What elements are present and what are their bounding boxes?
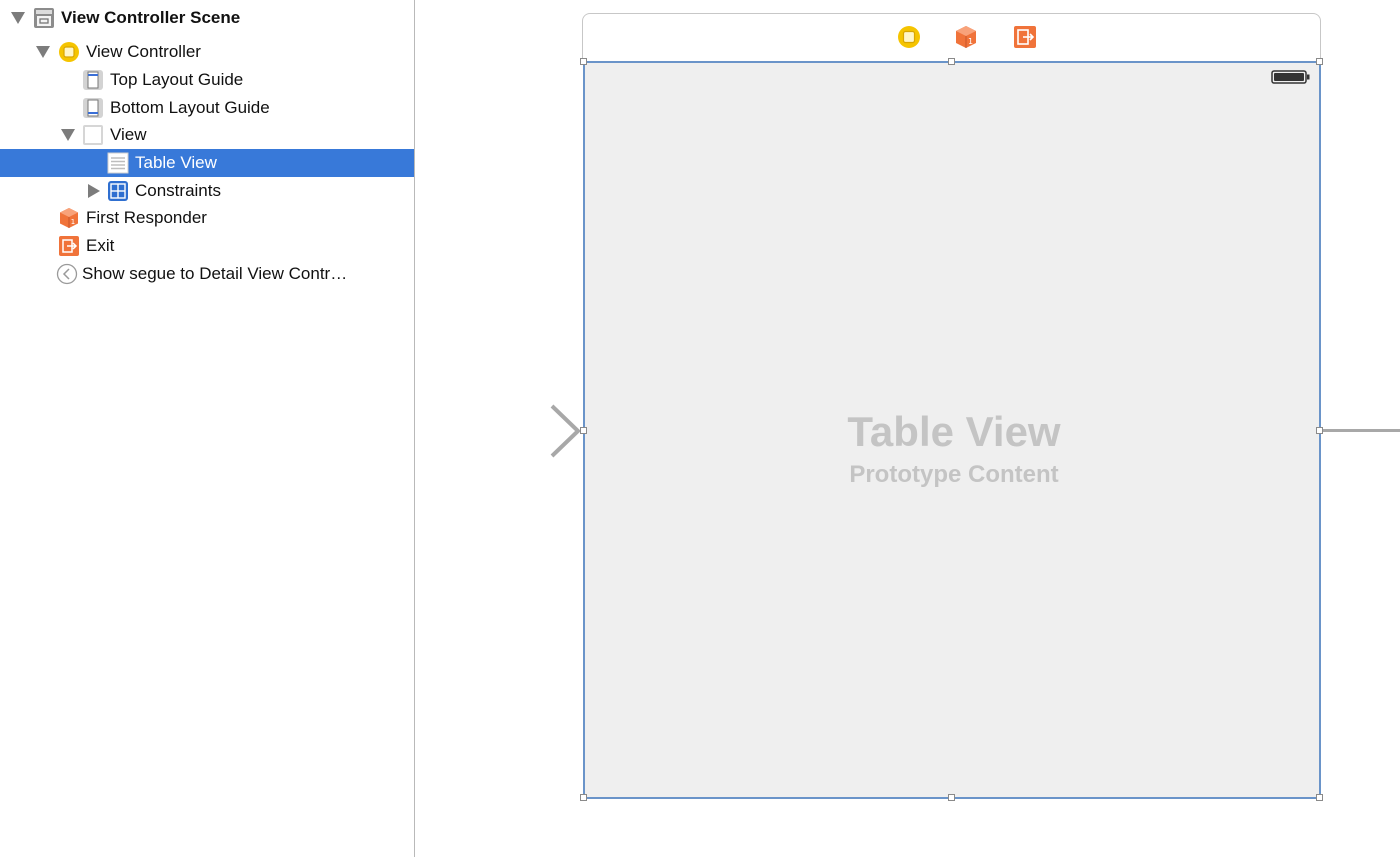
exit-icon[interactable]	[1013, 25, 1037, 49]
disclosure-triangle-expanded[interactable]	[61, 129, 75, 141]
constraints-icon	[108, 181, 128, 201]
resize-handle-bottom-right[interactable]	[1316, 794, 1323, 801]
scene-dock: 1	[582, 13, 1321, 61]
exit-icon	[59, 236, 79, 256]
resize-handle-bottom[interactable]	[948, 794, 955, 801]
table-view-icon	[107, 152, 129, 174]
view-controller-icon	[59, 42, 79, 62]
table-view-canvas[interactable]: Table View Prototype Content	[583, 61, 1321, 799]
resize-handle-top-left[interactable]	[580, 58, 587, 65]
outline-item-bottom-layout-guide[interactable]: Bottom Layout Guide	[0, 94, 414, 122]
outline-item-label: Table View	[135, 153, 217, 172]
outline-item-constraints[interactable]: Constraints	[0, 177, 414, 205]
first-responder-icon[interactable]: 1	[954, 25, 978, 49]
table-view-title: Table View	[847, 408, 1061, 455]
outline-item-label: View	[110, 125, 147, 144]
disclosure-triangle-collapsed[interactable]	[88, 184, 100, 198]
svg-text:1: 1	[71, 218, 75, 226]
svg-text:1: 1	[968, 37, 973, 46]
first-responder-icon: 1	[60, 208, 78, 228]
outline-item-label: First Responder	[86, 208, 207, 227]
outline-item-label: Show segue to Detail View Contr…	[82, 264, 348, 283]
resize-handle-top-right[interactable]	[1316, 58, 1323, 65]
table-view-subtitle: Prototype Content	[849, 461, 1059, 488]
top-layout-guide-icon	[83, 70, 103, 90]
resize-handle-top[interactable]	[948, 58, 955, 65]
battery-icon	[1271, 70, 1310, 84]
outline-item-top-layout-guide[interactable]: Top Layout Guide	[0, 66, 414, 94]
outline-item-view[interactable]: View	[0, 121, 414, 149]
outline-item-label: View Controller	[86, 42, 201, 61]
view-controller-icon[interactable]	[897, 25, 921, 49]
outline-item-label: Constraints	[135, 181, 221, 200]
outline-item-view-controller[interactable]: View Controller	[0, 38, 414, 66]
segue-connection-line[interactable]	[1322, 429, 1400, 432]
view-icon	[83, 125, 103, 145]
outline-item-label: View Controller Scene	[61, 8, 241, 27]
outline-item-exit[interactable]: Exit	[0, 232, 414, 260]
outline-item-table-view[interactable]: Table View	[0, 149, 414, 177]
bottom-layout-guide-icon	[83, 98, 103, 118]
outline-item-show-segue[interactable]: Show segue to Detail View Contr…	[0, 260, 414, 288]
disclosure-triangle-expanded[interactable]	[11, 12, 25, 24]
outline-item-view-controller-scene[interactable]: View Controller Scene	[0, 4, 414, 32]
outline-item-label: Bottom Layout Guide	[110, 98, 270, 117]
disclosure-triangle-expanded[interactable]	[36, 46, 50, 58]
resize-handle-right[interactable]	[1316, 427, 1323, 434]
outline-item-label: Exit	[86, 236, 115, 255]
outline-item-label: Top Layout Guide	[110, 70, 244, 89]
resize-handle-bottom-left[interactable]	[580, 794, 587, 801]
outline-item-first-responder[interactable]: 1 First Responder	[0, 204, 414, 232]
entry-point-arrow[interactable]	[430, 400, 590, 460]
resize-handle-left[interactable]	[580, 427, 587, 434]
document-outline: View Controller Scene View Controller To…	[0, 0, 415, 857]
segue-icon	[56, 263, 78, 285]
scene-icon	[34, 8, 54, 28]
